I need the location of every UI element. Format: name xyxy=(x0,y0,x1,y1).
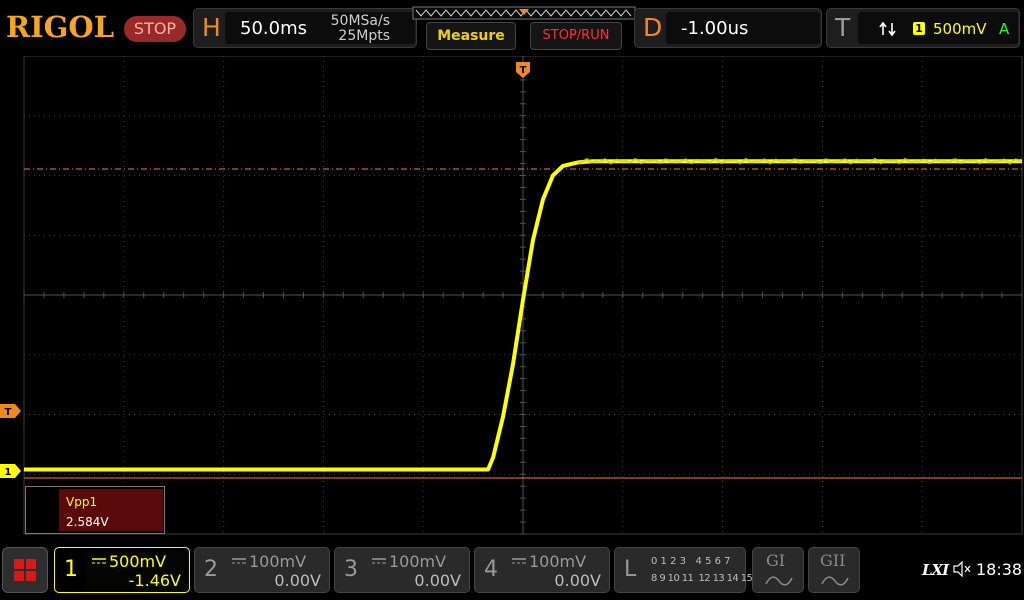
channel-2-offset: 0.00V xyxy=(274,571,321,590)
channel-3-offset: 0.00V xyxy=(414,571,461,590)
channel-1-number: 1 xyxy=(64,557,78,582)
memory-depth: 25Mpts xyxy=(338,28,390,44)
lxi-icon: LXI xyxy=(922,561,949,579)
channel-3-number: 3 xyxy=(344,557,358,582)
trigger-level: 500mV xyxy=(933,20,987,38)
logic-analyzer-panel[interactable]: L 0 1 2 3 4 5 6 7 8 9 10 11 12 13 14 15 xyxy=(614,547,753,593)
trigger-panel[interactable]: T 1 500mV A xyxy=(826,8,1020,48)
svg-text:T: T xyxy=(520,65,527,76)
channel-4-offset: 0.00V xyxy=(554,571,601,590)
trigger-level-marker[interactable]: T xyxy=(0,404,21,418)
svg-text:T: T xyxy=(5,407,12,418)
measurement-box[interactable]: Vpp1 2.584V xyxy=(25,486,165,534)
channel-2-scale: 100mV xyxy=(249,552,307,571)
channel-1-scale: 500mV xyxy=(109,552,167,571)
dc-coupling-icon xyxy=(372,558,386,564)
horizontal-panel[interactable]: H 50.0ms 50MSa/s 25Mpts xyxy=(193,8,417,48)
logic-letter: L xyxy=(624,557,637,582)
timebase-value: 50.0ms xyxy=(240,18,307,39)
main-menu-button[interactable] xyxy=(2,547,48,593)
channel-2-panel[interactable]: 2 100mV 0.00V xyxy=(194,547,330,593)
channel-4-scale: 100mV xyxy=(529,552,587,571)
clock-time: 18:38 xyxy=(976,560,1023,579)
logic-channels-row2: 8 9 10 11 12 13 14 15 xyxy=(651,573,753,584)
channel-3-panel[interactable]: 3 100mV 0.00V xyxy=(334,547,470,593)
generator-2-button[interactable]: GII xyxy=(808,547,860,593)
channel-4-panel[interactable]: 4 100mV 0.00V xyxy=(474,547,610,593)
delay-value: -1.00us xyxy=(681,18,749,39)
edge-trigger-icon xyxy=(879,21,896,37)
trigger-letter: T xyxy=(835,13,851,42)
channel-3-scale: 100mV xyxy=(389,552,447,571)
generator-1-label: GI xyxy=(766,551,786,570)
trigger-position-strip xyxy=(412,6,636,20)
stop-run-button[interactable]: STOP/RUN xyxy=(530,22,622,50)
sine-wave-icon xyxy=(821,576,849,586)
channel-1-panel[interactable]: 1 500mV -1.46V xyxy=(54,547,190,593)
delay-panel[interactable]: D -1.00us xyxy=(634,8,822,48)
top-bar: RIGOL STOP H 50.0ms 50MSa/s 25Mpts Measu… xyxy=(0,0,1024,56)
dc-coupling-icon xyxy=(92,558,106,564)
waveform-display[interactable]: T T 1 xyxy=(0,56,1024,540)
delay-letter: D xyxy=(643,13,663,42)
measure-button[interactable]: Measure xyxy=(426,22,516,50)
horizontal-letter: H xyxy=(202,13,221,42)
dc-coupling-icon xyxy=(512,558,526,564)
channel-2-number: 2 xyxy=(204,557,218,582)
measurement-name: Vpp1 xyxy=(66,495,98,509)
channel-4-number: 4 xyxy=(484,557,498,582)
sample-rate: 50MSa/s xyxy=(330,13,390,29)
run-state-badge[interactable]: STOP xyxy=(124,16,186,42)
channel-1-offset: -1.46V xyxy=(128,571,181,590)
menu-grid-icon xyxy=(14,559,36,581)
measurement-value: 2.584V xyxy=(66,515,109,529)
rigol-logo: RIGOL xyxy=(6,10,115,44)
generator-1-button[interactable]: GI xyxy=(752,547,804,593)
trigger-source-badge: 1 xyxy=(913,22,925,35)
ch1-offset-marker[interactable]: 1 xyxy=(0,464,21,478)
generator-2-label: GII xyxy=(820,551,846,570)
speaker-muted-icon[interactable] xyxy=(952,561,972,577)
logic-channels-row1: 0 1 2 3 4 5 6 7 xyxy=(651,556,731,567)
trigger-mode: A xyxy=(999,20,1010,38)
svg-text:1: 1 xyxy=(5,467,12,478)
sine-wave-icon xyxy=(765,576,793,586)
trigger-position-marker[interactable]: T xyxy=(516,62,530,78)
dc-coupling-icon xyxy=(232,558,246,564)
